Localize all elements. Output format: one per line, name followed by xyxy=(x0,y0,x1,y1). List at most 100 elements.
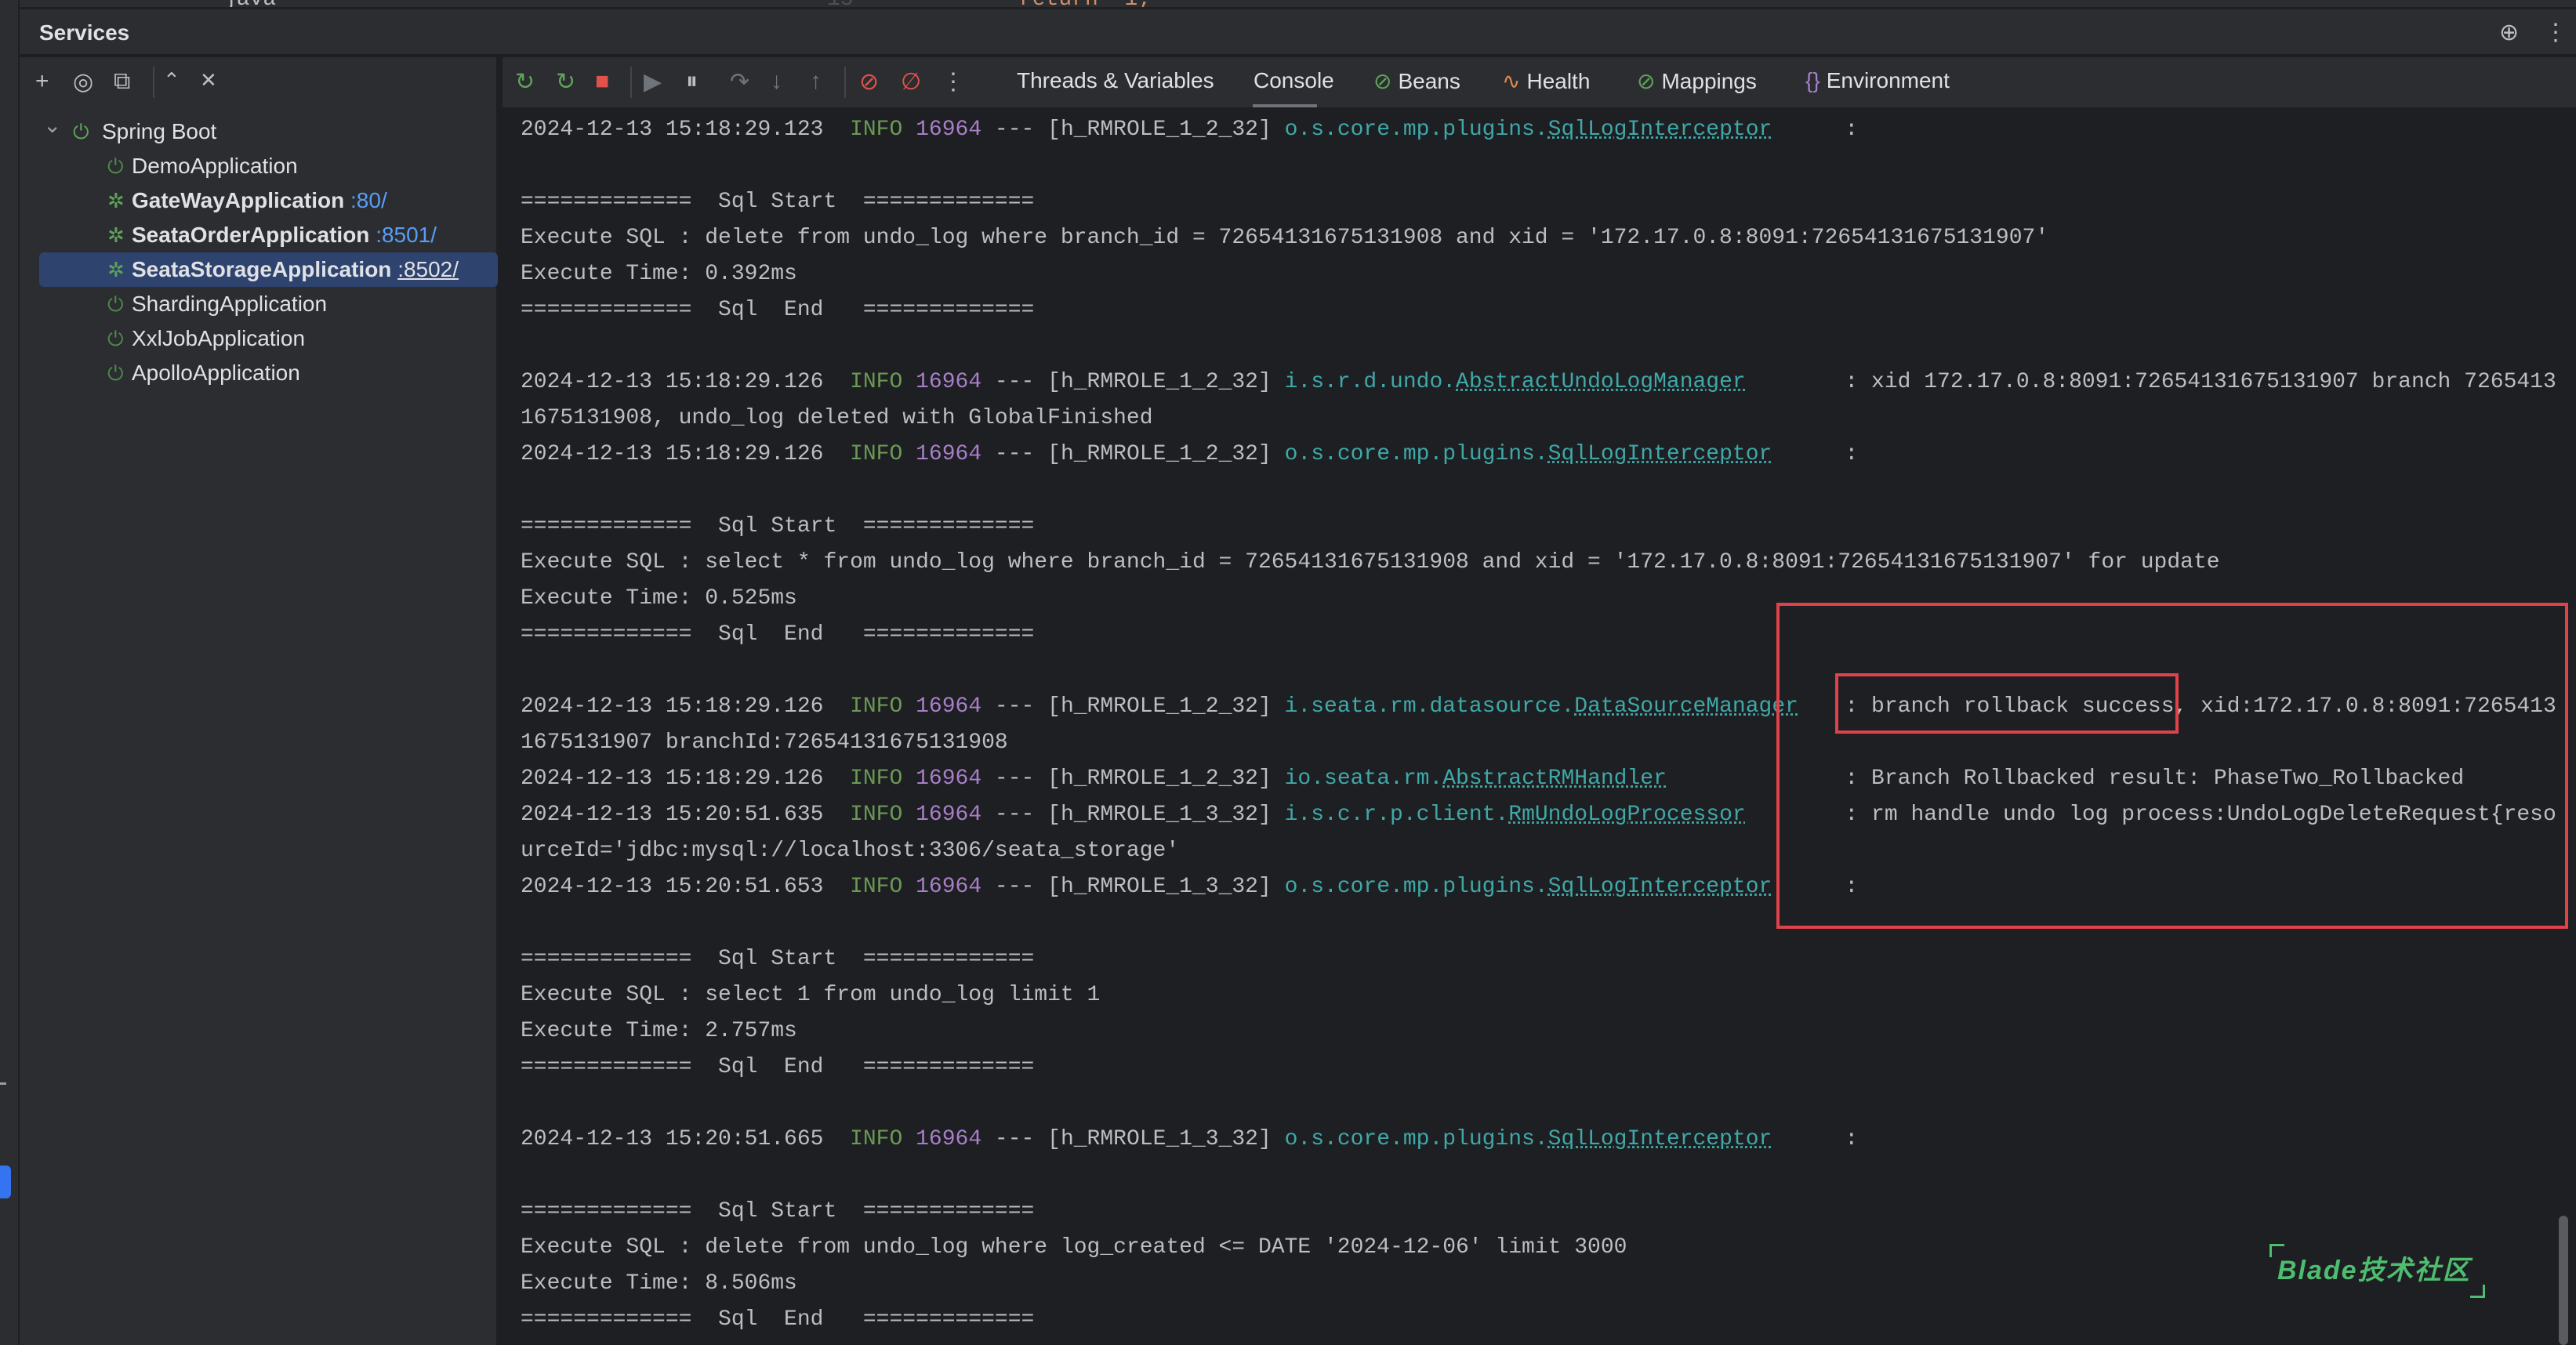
eye-icon[interactable]: ◎ xyxy=(73,68,93,96)
tree-item-demoapplication[interactable]: ⏻ DemoApplication xyxy=(20,149,499,183)
console-line: Execute SQL : delete from undo_log where… xyxy=(521,1230,2559,1266)
crosshair-icon[interactable]: ⊕ xyxy=(2499,19,2519,46)
logger-class[interactable]: SqlLogInterceptor xyxy=(1548,442,1772,466)
tree-root-spring-boot[interactable]: ⌄ ⏻ Spring Boot xyxy=(20,113,499,149)
log-timestamp: 2024-12-13 15:20:51.635 xyxy=(521,803,824,827)
tab-threads-variables[interactable]: Threads & Variables xyxy=(1017,68,1214,93)
tree-item-gatewayapplication[interactable]: ✲ GateWayApplication :80/ xyxy=(20,183,499,218)
logger-class[interactable]: SqlLogInterceptor xyxy=(1548,875,1772,899)
console-text: ============= Sql Start ============= xyxy=(521,947,1035,971)
console-text: Execute Time: 2.757ms xyxy=(521,1019,797,1043)
log-logger[interactable]: i.s.r.d.undo.AbstractUndoLogManager xyxy=(1285,364,1832,401)
log-logger[interactable]: o.s.core.mp.plugins.SqlLogInterceptor xyxy=(1285,437,1832,473)
tree-item-seatastorageapplication[interactable]: ✲ SeataStorageApplication :8502/ xyxy=(39,252,498,287)
rerun-debug-icon[interactable]: ↻ xyxy=(556,68,575,96)
logger-package: o.s.core.mp.plugins. xyxy=(1284,1127,1548,1151)
app-port-link[interactable]: :80/ xyxy=(350,188,387,212)
breakpoints-icon[interactable]: ⊘ xyxy=(859,68,879,96)
more-options-icon[interactable]: ⋮ xyxy=(2544,19,2567,46)
tab-label: Threads & Variables xyxy=(1017,68,1214,92)
log-logger[interactable]: i.seata.rm.datasource.DataSourceManager xyxy=(1285,689,1832,725)
log-level: INFO xyxy=(850,370,903,394)
app-name: ApolloApplication xyxy=(132,361,300,385)
logger-class[interactable]: SqlLogInterceptor xyxy=(1548,118,1772,142)
logger-package: i.s.r.d.undo. xyxy=(1284,370,1457,394)
log-level: INFO xyxy=(850,118,903,142)
tab-health[interactable]: ∿ Health xyxy=(1502,68,1590,94)
toolbar-divider xyxy=(153,67,154,98)
new-tab-icon[interactable]: ⧉ xyxy=(114,68,130,95)
tree-item-label: GateWayApplication :80/ xyxy=(132,183,387,218)
tab-console[interactable]: Console xyxy=(1254,68,1334,93)
logger-class[interactable]: AbstractRMHandler xyxy=(1442,767,1667,791)
step-over-icon[interactable]: ↷ xyxy=(730,68,749,96)
spring-app-icon: ⏻ xyxy=(107,361,124,385)
mute-breakpoints-icon[interactable]: ∅ xyxy=(901,68,921,96)
app-port-link[interactable]: :8501/ xyxy=(376,223,437,247)
console-line: ============= Sql Start ============= xyxy=(521,1194,2559,1230)
tree-item-label: DemoApplication xyxy=(132,149,298,183)
tab-label: Beans xyxy=(1398,69,1460,93)
stop-icon[interactable]: ■ xyxy=(595,68,609,95)
active-tab-indicator xyxy=(1253,104,1317,107)
console-line: 2024-12-13 15:18:29.126 INFO 16964 --- [… xyxy=(521,364,2559,437)
console-line: 2024-12-13 15:20:51.665 INFO 16964 --- [… xyxy=(521,1122,2559,1158)
chevron-down-icon[interactable]: ⌄ xyxy=(43,108,61,143)
log-pid: 16964 xyxy=(916,694,982,719)
console-text: Execute Time: 0.392ms xyxy=(521,262,797,286)
more-icon[interactable]: ⋮ xyxy=(942,68,965,96)
debug-bug-icon: ✲ xyxy=(107,258,125,281)
log-thread: [h_RMROLE_1_2_32] xyxy=(1047,442,1272,466)
log-timestamp: 2024-12-13 15:18:29.126 xyxy=(521,694,824,719)
app-port-link[interactable]: :8502/ xyxy=(397,257,459,281)
tree-item-xxljobapplication[interactable]: ⏻ XxlJobApplication xyxy=(20,321,499,356)
strip-icon[interactable] xyxy=(0,1082,6,1085)
project-tree-label: java xyxy=(223,0,276,7)
log-thread: [h_RMROLE_1_2_32] xyxy=(1047,370,1272,394)
step-into-icon[interactable]: ↓ xyxy=(771,68,782,95)
console-line: Execute Time: 8.506ms xyxy=(521,1266,2559,1302)
console-scrollbar[interactable] xyxy=(2559,1216,2568,1345)
logger-class[interactable]: RmUndoLogProcessor xyxy=(1508,803,1745,827)
tab-environment[interactable]: {} Environment xyxy=(1805,68,1950,93)
logger-class[interactable]: DataSourceManager xyxy=(1574,694,1798,719)
console-line: ============= Sql End ============= xyxy=(521,1302,2559,1338)
logger-package: i.s.c.r.p.client. xyxy=(1284,803,1509,827)
logger-class[interactable]: SqlLogInterceptor xyxy=(1548,1127,1772,1151)
resume-icon[interactable]: ▶ xyxy=(644,68,662,96)
log-level: INFO xyxy=(850,875,903,899)
console-text: ============= Sql End ============= xyxy=(521,622,1035,647)
tab-beans[interactable]: ⊘ Beans xyxy=(1373,68,1460,94)
logger-package: o.s.core.mp.plugins. xyxy=(1284,442,1548,466)
expand-all-icon[interactable]: ⌃ xyxy=(163,68,180,92)
add-icon[interactable]: + xyxy=(35,68,49,95)
toolbar-divider xyxy=(630,67,632,98)
pause-icon[interactable]: ⏸ xyxy=(686,68,698,95)
tool-window-strip xyxy=(0,0,20,1345)
tree-item-shardingapplication[interactable]: ⏻ ShardingApplication xyxy=(20,287,499,321)
tab-mappings[interactable]: ⊘ Mappings xyxy=(1637,68,1757,94)
app-name: XxlJobApplication xyxy=(132,326,306,350)
log-logger[interactable]: io.seata.rm.AbstractRMHandler xyxy=(1285,761,1832,797)
services-tree-panel: + ◎ ⧉ ⌃ ✕ ⌄ ⏻ Spring Boot ⏻ DemoApplication ✲… xyxy=(20,57,499,1345)
logger-class[interactable]: AbstractUndoLogManager xyxy=(1456,370,1746,394)
console-text: Execute SQL : delete from undo_log where… xyxy=(521,226,2049,250)
log-logger[interactable]: o.s.core.mp.plugins.SqlLogInterceptor xyxy=(1285,1122,1832,1158)
tree-item-seataorderapplication[interactable]: ✲ SeataOrderApplication :8501/ xyxy=(20,218,499,252)
collapse-all-icon[interactable]: ✕ xyxy=(200,68,217,92)
editor-peek: java 15 return -1; xyxy=(20,0,2576,9)
log-logger[interactable]: o.s.core.mp.plugins.SqlLogInterceptor xyxy=(1285,112,1832,148)
console-text: Execute Time: 8.506ms xyxy=(521,1271,797,1296)
app-name: DemoApplication xyxy=(132,154,298,178)
panel-title: Services xyxy=(39,20,130,45)
rerun-icon[interactable]: ↻ xyxy=(515,68,535,96)
step-out-icon[interactable]: ↑ xyxy=(810,68,822,95)
tree-item-apolloapplication[interactable]: ⏻ ApolloApplication xyxy=(20,356,499,390)
app-name: ShardingApplication xyxy=(132,292,328,316)
log-thread: [h_RMROLE_1_2_32] xyxy=(1047,767,1272,791)
log-logger[interactable]: o.s.core.mp.plugins.SqlLogInterceptor xyxy=(1285,869,1832,905)
logger-package: o.s.core.mp.plugins. xyxy=(1284,118,1548,142)
log-logger[interactable]: i.s.c.r.p.client.RmUndoLogProcessor xyxy=(1285,797,1832,833)
services-tool-button[interactable] xyxy=(0,1166,11,1198)
